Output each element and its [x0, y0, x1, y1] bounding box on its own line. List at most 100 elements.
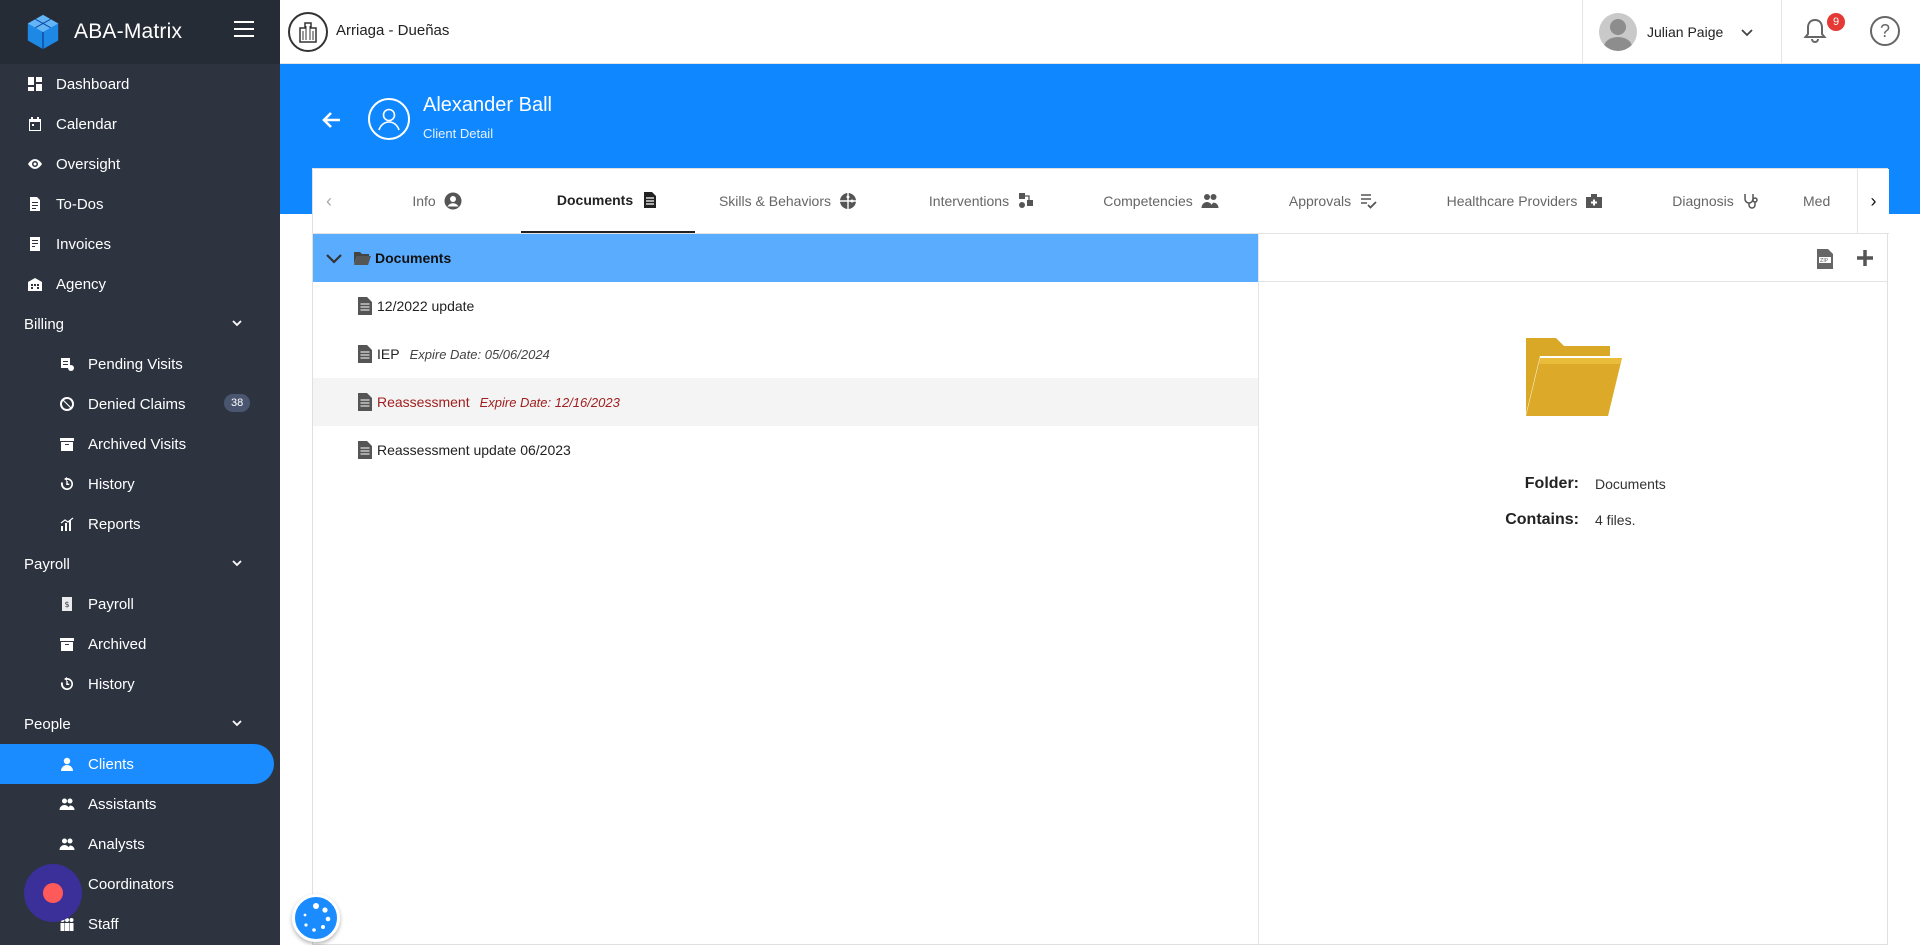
download-zip-icon[interactable]: ZIP [1815, 248, 1835, 270]
sidebar-item-assistants[interactable]: Assistants [0, 784, 280, 824]
sidebar-section-people[interactable]: People [0, 704, 280, 744]
avatar [1599, 13, 1637, 51]
folder-label: Folder: [1524, 475, 1579, 492]
tab-documents[interactable]: Documents [521, 169, 695, 233]
sidebar-item-billing-history[interactable]: History [0, 464, 280, 504]
sidebar-item-label: Dashboard [56, 75, 130, 93]
tab-label: Interventions [928, 193, 1010, 209]
tab-interventions[interactable]: Interventions [909, 169, 1055, 233]
tab-healthcare-providers[interactable]: Healthcare Providers [1425, 169, 1625, 233]
sidebar-item-archived-visits[interactable]: Archived Visits [0, 424, 280, 464]
organization-name[interactable]: Arriaga - Dueñas [336, 22, 449, 39]
svg-text:$: $ [65, 600, 70, 609]
sidebar: ABA-Matrix Dashboard Calendar Oversight … [0, 0, 280, 945]
loading-dots-icon [303, 903, 331, 932]
file-row[interactable]: IEP Expire Date: 05/06/2024 [313, 330, 1258, 378]
tab-info[interactable]: Info [377, 169, 497, 233]
tab-diagnosis[interactable]: Diagnosis [1651, 169, 1781, 233]
users-icon [1201, 192, 1219, 210]
sidebar-item-denied-claims[interactable]: Denied Claims 38 [0, 384, 280, 424]
user-menu[interactable]: Julian Paige [1582, 0, 1782, 64]
archive-icon [58, 635, 76, 653]
add-icon[interactable] [1855, 248, 1875, 268]
tab-label: Competencies [1103, 193, 1193, 209]
svg-text:ZIP: ZIP [1820, 258, 1828, 264]
tab-bar: ‹ Info Documents Skills & Behaviors Inte… [313, 169, 1889, 234]
calendar-icon [26, 115, 44, 133]
tab-med[interactable]: Med [1803, 169, 1857, 233]
page-subtitle: Client Detail [423, 126, 494, 141]
tab-label: Info [412, 193, 436, 209]
tab-approvals[interactable]: Approvals [1263, 169, 1403, 233]
file-row[interactable]: Reassessment Expire Date: 12/16/2023 [313, 378, 1258, 426]
sidebar-item-clients[interactable]: Clients [0, 744, 274, 784]
file-name: IEP [377, 346, 400, 362]
folder-open-icon [1526, 338, 1622, 416]
sidebar-item-label: Pending Visits [88, 355, 183, 373]
sidebar-item-label: Reports [88, 515, 141, 533]
building-icon [299, 22, 317, 43]
sidebar-section-billing[interactable]: Billing [0, 304, 280, 344]
archive-icon [58, 435, 76, 453]
bell-icon[interactable] [1800, 16, 1830, 46]
file-icon [358, 345, 372, 363]
stethoscope-icon [1742, 192, 1760, 210]
floating-action-button[interactable] [292, 894, 340, 942]
sidebar-item-dashboard[interactable]: Dashboard [0, 64, 280, 104]
sidebar-item-label: Coordinators [88, 875, 174, 893]
sidebar-item-label: Agency [56, 275, 107, 293]
folder-name: Documents [375, 250, 452, 266]
folder-node-documents[interactable]: Documents [313, 234, 1258, 282]
file-name: Reassessment [377, 394, 470, 410]
tabs-scroll-left-icon[interactable]: ‹ [313, 169, 345, 233]
sidebar-item-todos[interactable]: To-Dos [0, 184, 280, 224]
help-icon[interactable]: ? [1870, 16, 1900, 46]
tab-competencies[interactable]: Competencies [1081, 169, 1241, 233]
contains-meta-row: Contains: 4 files. [1479, 502, 1666, 538]
file-name: Reassessment update 06/2023 [377, 442, 571, 458]
back-arrow-icon[interactable] [320, 108, 344, 132]
record-button[interactable] [24, 864, 82, 922]
invoice-icon [26, 235, 44, 253]
sidebar-item-pending-visits[interactable]: Pending Visits [0, 344, 280, 384]
chevron-down-icon[interactable] [323, 247, 345, 269]
sidebar-item-payroll[interactable]: $ Payroll [0, 584, 280, 624]
cube-logo-icon [27, 14, 59, 50]
payroll-icon: $ [58, 595, 76, 613]
history-icon [58, 475, 76, 493]
sidebar-item-label: Payroll [88, 595, 134, 613]
section-title: People [24, 715, 71, 733]
contains-label: Contains: [1505, 511, 1579, 528]
sidebar-item-analysts[interactable]: Analysts [0, 824, 280, 864]
agency-icon [26, 275, 44, 293]
page-title: Alexander Ball [423, 94, 552, 116]
sidebar-item-calendar[interactable]: Calendar [0, 104, 280, 144]
file-row[interactable]: 12/2022 update [313, 282, 1258, 330]
sidebar-item-payroll-history[interactable]: History [0, 664, 280, 704]
denied-claims-badge: 38 [224, 394, 251, 412]
sidebar-item-reports[interactable]: Reports [0, 504, 280, 544]
sidebar-item-label: Assistants [88, 795, 157, 813]
sidebar-item-payroll-archived[interactable]: Archived [0, 624, 280, 664]
hamburger-menu-icon[interactable] [234, 21, 254, 37]
sidebar-item-invoices[interactable]: Invoices [0, 224, 280, 264]
file-icon [358, 441, 372, 459]
sidebar-item-oversight[interactable]: Oversight [0, 144, 280, 184]
todo-icon [26, 195, 44, 213]
sidebar-item-label: Calendar [56, 115, 117, 133]
tab-label: Documents [556, 192, 634, 208]
users-icon [58, 795, 76, 813]
tabs-scroll-right-icon[interactable]: › [1857, 169, 1889, 233]
sidebar-item-agency[interactable]: Agency [0, 264, 280, 304]
sidebar-item-label: To-Dos [56, 195, 104, 213]
sidebar-section-payroll[interactable]: Payroll [0, 544, 280, 584]
sidebar-item-label: Denied Claims [88, 395, 186, 413]
file-row[interactable]: Reassessment update 06/2023 [313, 426, 1258, 474]
document-tree: Documents 12/2022 update IEP Expire Date… [313, 234, 1259, 945]
person-circle-icon [444, 192, 462, 210]
tab-skills-behaviors[interactable]: Skills & Behaviors [713, 169, 863, 233]
record-dot-icon [43, 883, 63, 903]
organization-logo [288, 12, 328, 52]
medkit-icon [1585, 192, 1603, 210]
tab-label: Healthcare Providers [1446, 193, 1578, 209]
